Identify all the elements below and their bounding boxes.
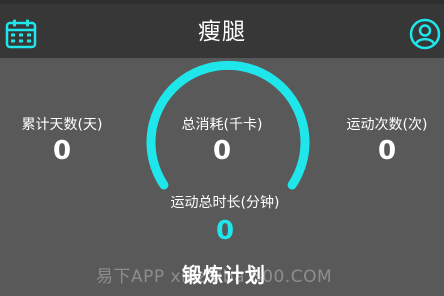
profile-icon: [409, 18, 441, 50]
header-bar: 瘦腿: [0, 4, 444, 58]
exercise-plan-button[interactable]: 锻炼计划: [176, 258, 272, 292]
total-calories-label: 总消耗(千卡): [181, 117, 263, 133]
total-days-value: 0: [52, 136, 72, 166]
total-duration-value: 0: [215, 216, 235, 246]
page-title: 瘦腿: [198, 19, 246, 45]
app-screen: 瘦腿 累计天数(天) 0 总消耗(千卡) 0 运动次数(次) 0 运动总时长(分…: [0, 0, 444, 296]
profile-button[interactable]: [409, 18, 441, 50]
total-calories-value: 0: [212, 136, 232, 166]
exercise-count-label: 运动次数(次): [346, 117, 428, 133]
exercise-count-value: 0: [377, 136, 397, 166]
total-days-label: 累计天数(天): [21, 117, 103, 133]
total-duration-label: 运动总时长(分钟): [170, 195, 280, 211]
